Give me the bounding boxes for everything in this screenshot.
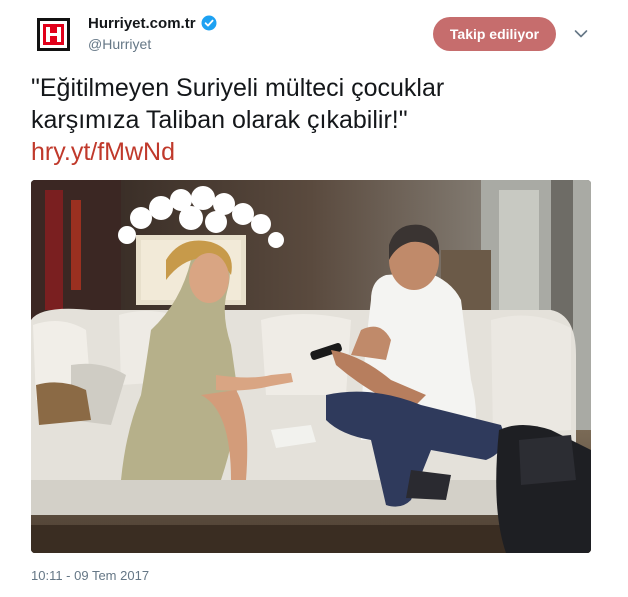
account-name[interactable]: Hurriyet.com.tr xyxy=(88,15,196,32)
verified-badge-icon xyxy=(201,15,217,31)
interview-photo xyxy=(31,180,591,553)
tweet-timestamp[interactable]: 10:11 - 09 Tem 2017 xyxy=(31,568,149,583)
avatar[interactable] xyxy=(37,18,70,51)
account-name-row: Hurriyet.com.tr xyxy=(88,13,217,33)
chevron-down-icon[interactable] xyxy=(574,26,588,38)
tweet-link[interactable]: hry.yt/fMwNd xyxy=(31,136,591,168)
account-handle[interactable]: @Hurriyet xyxy=(88,36,151,52)
tweet-text: "Eğitilmeyen Suriyeli mülteci çocuklar k… xyxy=(31,72,591,168)
following-button[interactable]: Takip ediliyor xyxy=(433,17,556,51)
tweet-card: Hurriyet.com.tr @Hurriyet Takip ediliyor… xyxy=(0,0,628,597)
tweet-photo[interactable] xyxy=(31,180,591,553)
tweet-text-line: "Eğitilmeyen Suriyeli mülteci çocuklar xyxy=(31,74,445,102)
tweet-text-line: karşımıza Taliban olarak çıkabilir!" xyxy=(31,106,408,134)
hurriyet-logo-icon xyxy=(37,18,70,51)
